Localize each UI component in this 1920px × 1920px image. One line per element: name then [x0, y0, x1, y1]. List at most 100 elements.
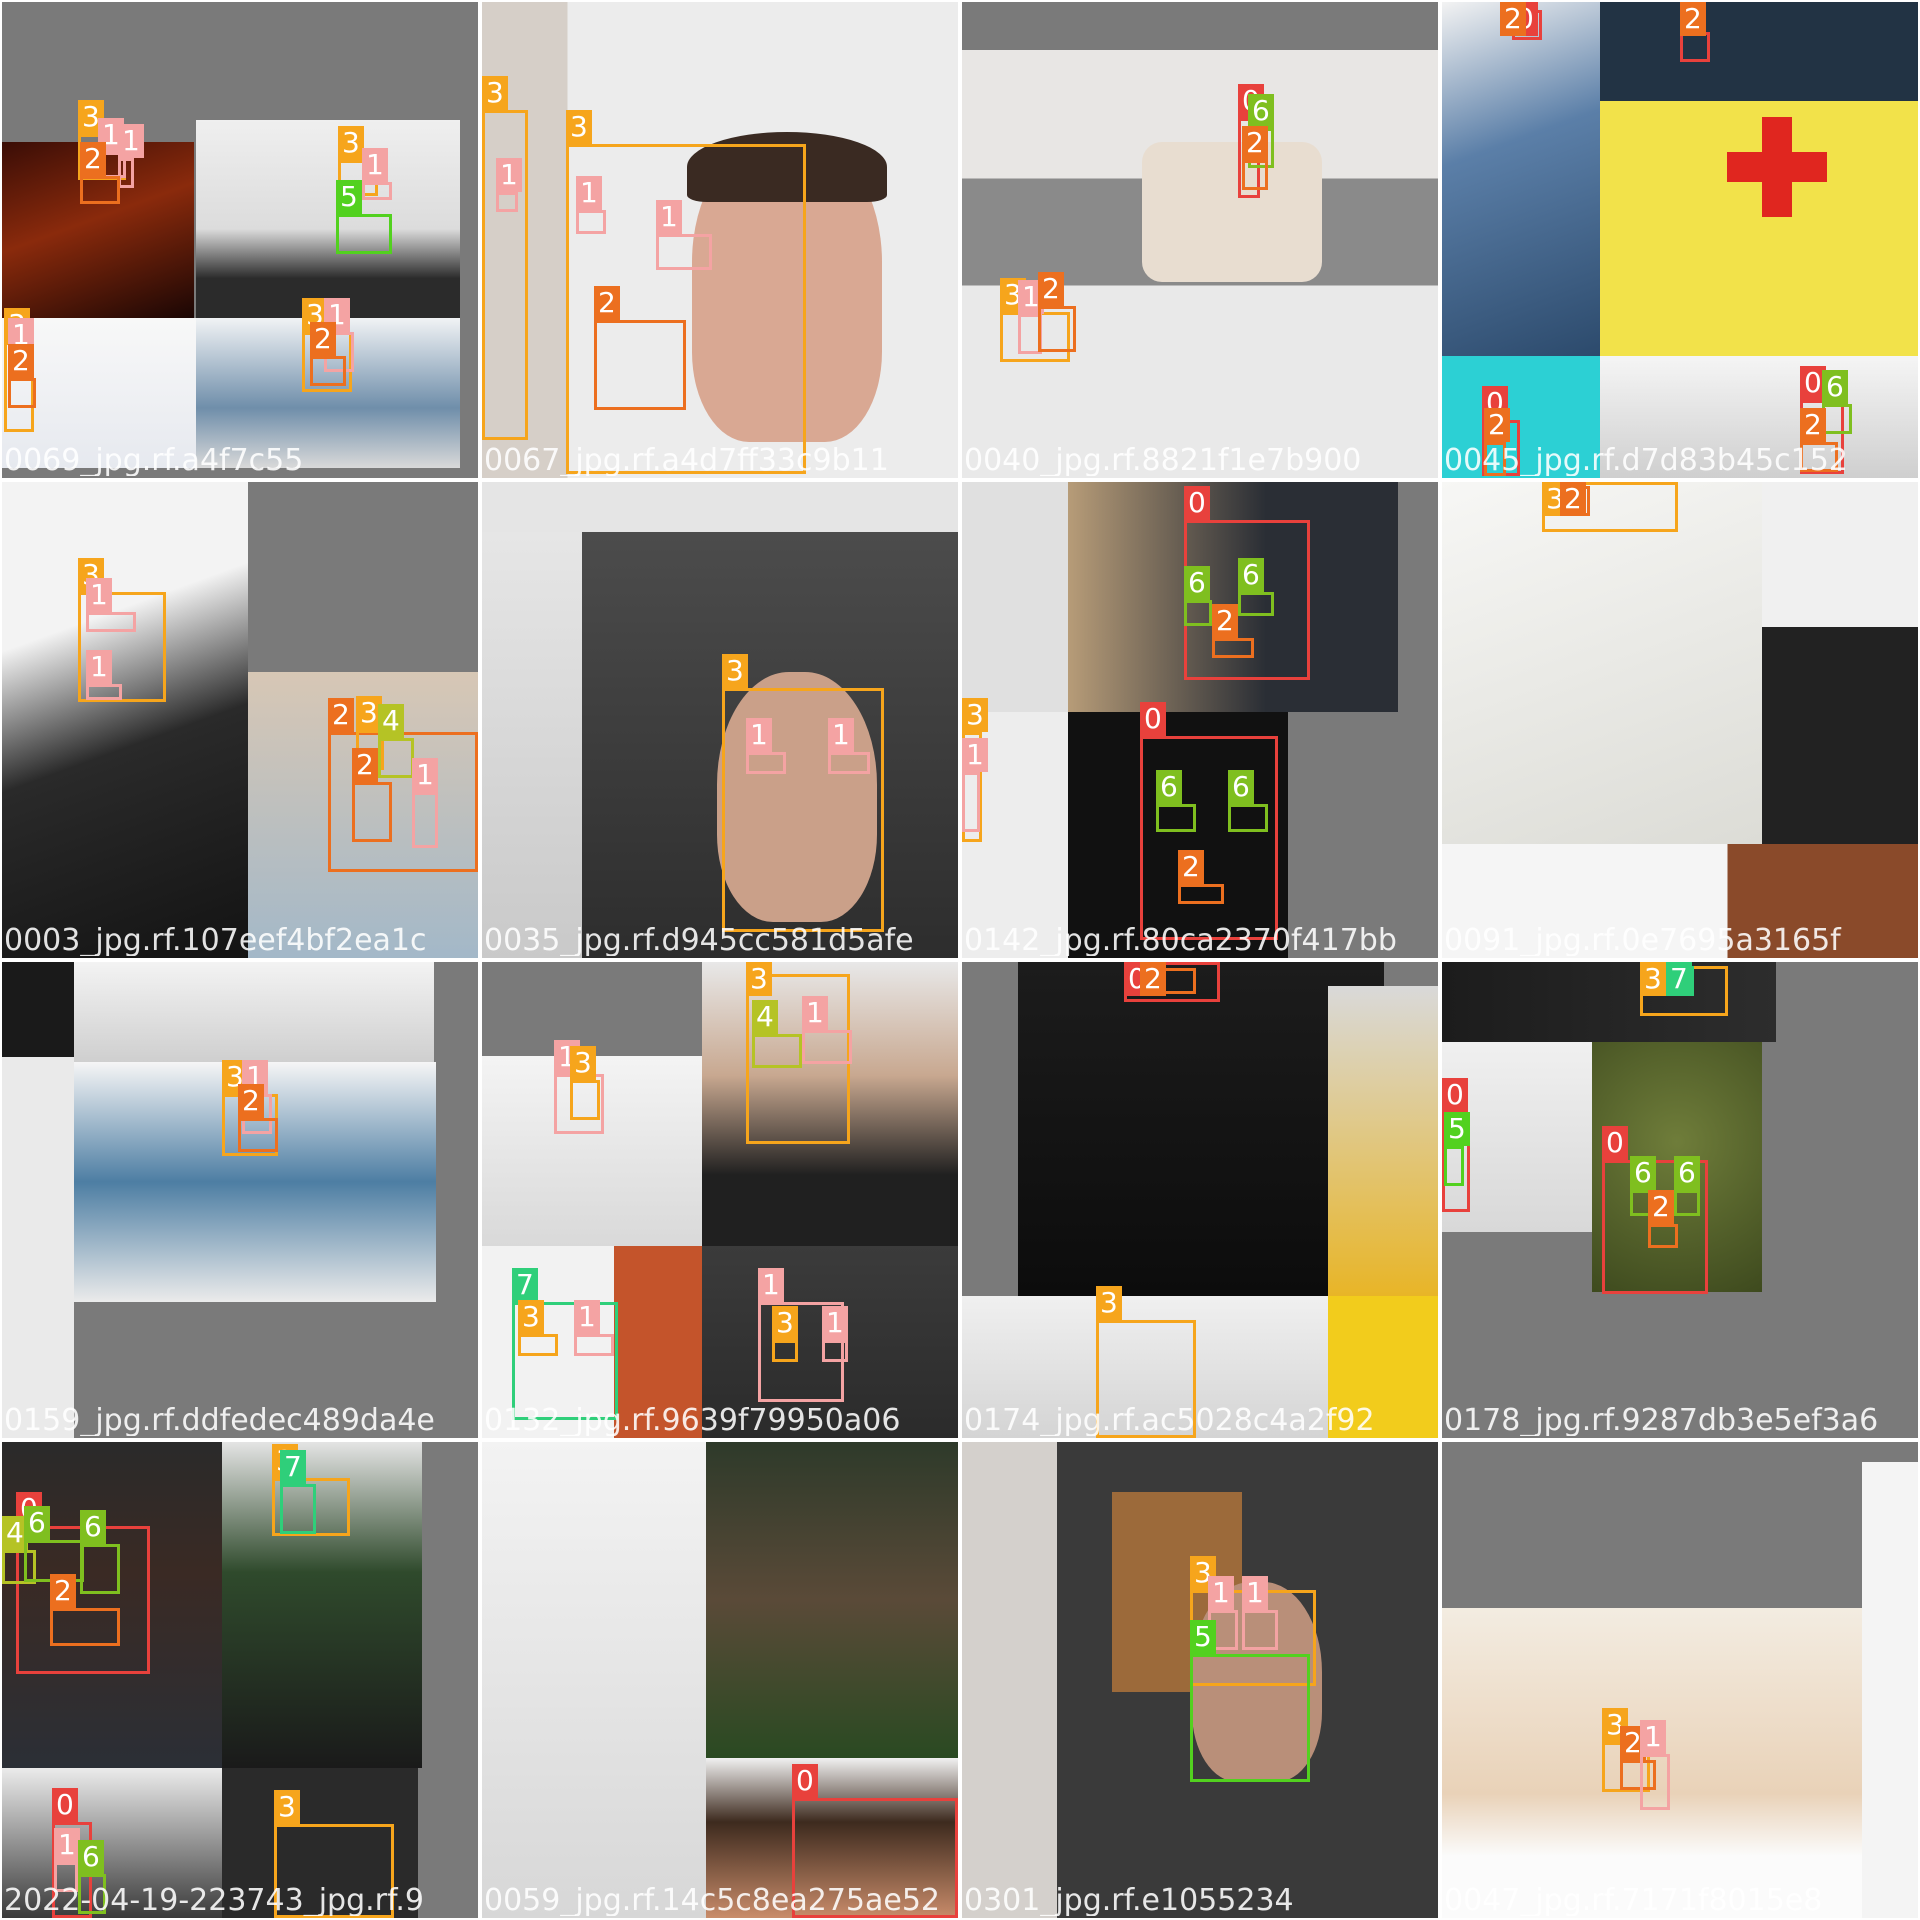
detection-box-class-1 [576, 210, 606, 234]
detection-box-class-1 [1640, 1754, 1670, 1810]
detection-label-class-3: 3 [1640, 962, 1666, 996]
mosaic-tile: 3 2 0091_jpg.rf.0e7695a3165f [1442, 482, 1918, 958]
detection-label-class-6: 6 [1822, 370, 1848, 404]
detection-label-class-1: 1 [54, 1828, 80, 1862]
detection-label-class-1: 1 [1208, 1576, 1234, 1610]
detection-label-class-1: 1 [1242, 1576, 1268, 1610]
photo-fragment [1328, 986, 1438, 1296]
detection-box-class-1 [362, 182, 392, 200]
detection-label-class-6: 6 [78, 1840, 104, 1874]
detection-box-class-4 [378, 738, 414, 778]
mosaic-tile: 3 1 3 1 1 2 0067_jpg.rf.a4d7ff33c9b11 [482, 2, 958, 478]
detection-label-class-1: 1 [746, 718, 772, 752]
detection-box-class-1 [86, 612, 136, 632]
detection-label-class-3: 3 [482, 76, 508, 110]
detection-label-class-5: 5 [1444, 1112, 1470, 1146]
mosaic-tile: 0623120040_jpg.rf.8821f1e7b900 [962, 2, 1438, 478]
detection-label-class-6: 6 [24, 1506, 50, 1540]
detection-box-class-5 [1444, 1146, 1464, 1186]
detection-label-class-2: 2 [1560, 482, 1586, 516]
detection-label-class-1: 1 [86, 650, 112, 684]
detection-label-class-1: 1 [1640, 1720, 1666, 1754]
detection-box-class-5 [336, 214, 392, 254]
detection-box-class-2 [1800, 442, 1838, 472]
detection-label-class-1: 1 [962, 738, 988, 772]
detection-box-class-1 [828, 752, 870, 774]
detection-label-class-2: 2 [352, 748, 378, 782]
detection-box-class-5 [1190, 1654, 1310, 1782]
mosaic-tile: 3 1 1 0035_jpg.rf.d945cc581d5afe [482, 482, 958, 958]
detection-label-class-2: 2 [594, 286, 620, 320]
detection-box-class-0 [1680, 32, 1710, 62]
detection-label-class-3: 3 [338, 126, 364, 160]
detection-box-class-1 [118, 158, 134, 188]
detection-label-class-2: 2 [1484, 408, 1510, 442]
detection-box-class-0 [792, 1798, 958, 1918]
detection-box-class-2 [1648, 1224, 1678, 1248]
detection-box-class-1 [962, 772, 980, 832]
detection-box-class-3 [772, 1340, 798, 1362]
detection-label-class-2: 2 [1800, 408, 1826, 442]
detection-label-class-7: 7 [1666, 962, 1692, 996]
mosaic-tile: 3 1 2 0159_jpg.rf.ddfedec489da4e [2, 962, 478, 1438]
detection-label-class-2: 2 [1038, 272, 1064, 306]
mosaic-tile: 0 6 6 2 0 6 6 2 3 1 0142_jpg.rf.80ca2370f417bb [962, 482, 1438, 958]
photo-fragment [1142, 142, 1322, 282]
photo-fragment [482, 482, 958, 532]
detection-label-class-6: 6 [1674, 1156, 1700, 1190]
detection-label-class-1: 1 [822, 1306, 848, 1340]
detection-label-class-5: 5 [336, 180, 362, 214]
detection-box-class-6 [1156, 804, 1196, 832]
detection-label-class-3: 3 [746, 962, 772, 996]
detection-label-class-6: 6 [1630, 1156, 1656, 1190]
detection-box-class-2 [1212, 638, 1254, 658]
detection-label-class-3: 3 [1096, 1286, 1122, 1320]
photo-fragment [74, 962, 434, 1062]
photo-fragment [196, 120, 460, 318]
detection-label-class-0: 0 [1442, 1078, 1468, 1112]
detection-box-class-1 [1242, 1610, 1278, 1650]
detection-label-class-4: 4 [378, 704, 404, 738]
detection-label-class-2: 2 [8, 344, 34, 378]
detection-label-class-2: 2 [310, 322, 336, 356]
mosaic-tile: 3 1 1 5 0301_jpg.rf.e1055234 [962, 1442, 1438, 1918]
mosaic-tile: 31123513123120069_jpg.rf.a4f7c55 [2, 2, 478, 478]
detection-label-class-3: 3 [518, 1300, 544, 1334]
photo-fragment [1328, 1296, 1438, 1438]
photo-fragment [482, 532, 582, 958]
mosaic-tile: 3 1 1 2 3 4 1 2 0003_jpg.rf.107eef4bf2ea1c [2, 482, 478, 958]
detection-label-class-3: 3 [722, 654, 748, 688]
photo-fragment [1762, 117, 1792, 217]
detection-label-class-1: 1 [828, 718, 854, 752]
detection-label-class-3: 3 [570, 1046, 596, 1080]
detection-box-class-2 [238, 1118, 278, 1152]
detection-box-class-2 [352, 782, 392, 842]
detection-box-class-2 [50, 1608, 120, 1646]
detection-label-class-2: 2 [1212, 604, 1238, 638]
detection-label-class-2: 2 [1680, 2, 1706, 36]
tile-filename-caption: 0178_jpg.rf.9287db3e5ef3a6 [1444, 1406, 1879, 1436]
detection-label-class-5: 5 [1190, 1620, 1216, 1654]
detection-label-class-2: 2 [1242, 126, 1268, 160]
detection-box-class-6 [1228, 804, 1268, 832]
photo-fragment [2, 1768, 222, 1918]
detection-box-class-2 [1484, 442, 1506, 476]
mosaic-tile: 3 7 0 5 0 6 6 2 0178_jpg.rf.9287db3e5ef3a6 [1442, 962, 1918, 1438]
detection-label-class-2: 2 [1500, 2, 1526, 36]
mosaic-tile: 046623701632022-04-19-223743_jpg.rf.9 [2, 1442, 478, 1918]
detection-box-class-1 [54, 1862, 78, 1892]
detection-box-class-2 [80, 176, 120, 204]
photo-fragment [2, 482, 248, 958]
detection-label-class-1: 1 [758, 1268, 784, 1302]
photo-fragment [1442, 2, 1600, 356]
mosaic-tile: 0 0059_jpg.rf.14c5c8ea275ae52 [482, 1442, 958, 1918]
detection-label-class-0: 0 [52, 1788, 78, 1822]
detection-box-class-0 [1140, 736, 1278, 940]
detection-label-class-2: 2 [238, 1084, 264, 1118]
detection-box-class-2 [1038, 306, 1076, 352]
detection-label-class-0: 0 [1184, 486, 1210, 520]
detection-box-class-4 [752, 1034, 802, 1068]
detection-label-class-2: 2 [1140, 962, 1166, 996]
detection-label-class-1: 1 [412, 758, 438, 792]
detection-label-class-0: 0 [1602, 1126, 1628, 1160]
